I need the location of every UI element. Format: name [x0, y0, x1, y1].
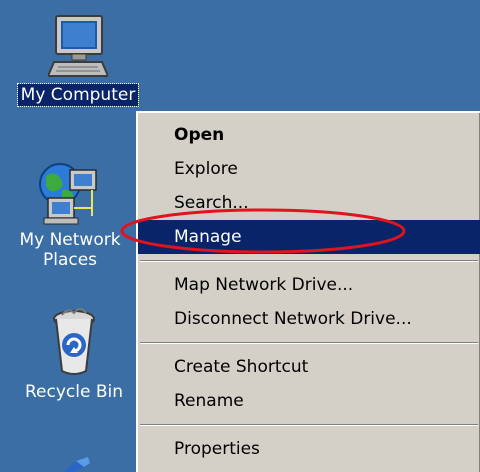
- menu-separator: [140, 260, 478, 262]
- partial-desktop-icon: [63, 457, 90, 472]
- desktop-icon-label: My Network Places: [0, 230, 140, 270]
- menu-item-disconnect-network-drive[interactable]: Disconnect Network Drive...: [138, 302, 480, 336]
- desktop-icon-my-network-places[interactable]: My Network Places: [0, 160, 140, 270]
- menu-item-open[interactable]: Open: [138, 118, 480, 152]
- context-menu: Open Explore Search... Manage Map Networ…: [136, 111, 480, 472]
- menu-item-create-shortcut[interactable]: Create Shortcut: [138, 350, 480, 384]
- menu-item-rename[interactable]: Rename: [138, 384, 480, 418]
- desktop-icon-label: Recycle Bin: [24, 382, 123, 402]
- menu-item-manage[interactable]: Manage: [138, 220, 480, 254]
- desktop-icon-my-computer[interactable]: My Computer: [8, 10, 148, 107]
- menu-item-search[interactable]: Search...: [138, 186, 480, 220]
- menu-item-map-network-drive[interactable]: Map Network Drive...: [138, 268, 480, 302]
- desktop-icon-label-line: Places: [42, 250, 98, 270]
- network-places-icon: [39, 163, 97, 225]
- desktop-icon-label: My Computer: [16, 83, 140, 107]
- menu-item-properties[interactable]: Properties: [138, 432, 480, 466]
- menu-separator: [140, 424, 478, 426]
- desktop-icon-recycle-bin[interactable]: Recycle Bin: [4, 305, 144, 403]
- desktop-icon-label-line: My Network: [19, 230, 121, 250]
- menu-item-explore[interactable]: Explore: [138, 152, 480, 186]
- menu-separator: [140, 342, 478, 344]
- recycle-bin-icon: [53, 308, 95, 375]
- computer-icon: [48, 15, 108, 77]
